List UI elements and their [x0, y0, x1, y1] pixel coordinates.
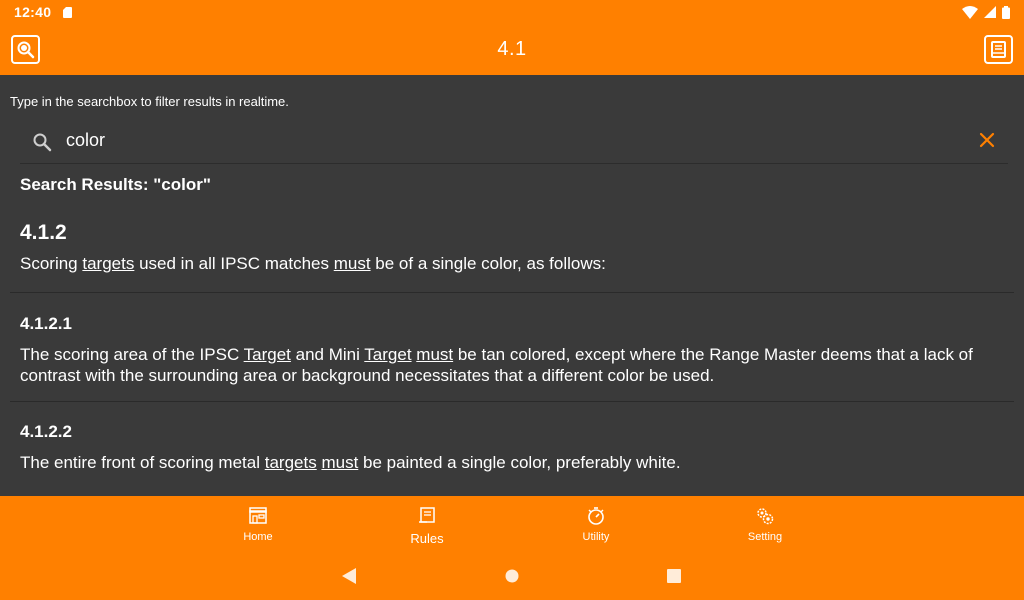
rule-number: 4.1.2.1 — [20, 314, 72, 333]
book-icon — [991, 41, 1006, 58]
nav-home-label: Home — [243, 531, 273, 543]
rule-item[interactable]: 4.1.2 Scoring targets used in all IPSC m… — [10, 221, 1014, 274]
divider — [10, 401, 1014, 402]
nav-rules-label: Rules — [410, 531, 444, 546]
signal-icon — [984, 6, 996, 18]
search-box[interactable]: color — [20, 123, 1008, 164]
rule-item[interactable]: 4.1.2.2 The entire front of scoring meta… — [10, 422, 1014, 473]
system-navigation — [0, 556, 1024, 600]
back-icon[interactable] — [342, 568, 356, 584]
recents-icon[interactable] — [667, 569, 681, 583]
status-bar: 12:40 — [0, 0, 1024, 24]
rule-text: Scoring targets used in all IPSC matches… — [20, 254, 606, 273]
keyword-link[interactable]: Target — [364, 345, 411, 364]
wifi-icon — [962, 5, 978, 19]
keyword-link[interactable]: must — [334, 254, 371, 273]
page-title: 4.1 — [497, 38, 527, 60]
search-results-title: Search Results: "color" — [20, 175, 211, 194]
rule-item[interactable]: 4.1.2.1 The scoring area of the IPSC Tar… — [10, 314, 1014, 386]
app-bar: 4.1 — [0, 24, 1024, 75]
sim-card-icon — [63, 6, 73, 18]
bottom-navigation: Home Rules Utility Setting — [0, 496, 1024, 556]
rule-text: The scoring area of the IPSC Target and … — [20, 345, 973, 385]
status-time: 12:40 — [14, 4, 52, 20]
book-button[interactable] — [984, 35, 1013, 64]
nav-home[interactable]: Home — [198, 506, 318, 543]
settings-icon — [757, 508, 774, 525]
nav-setting[interactable]: Setting — [705, 506, 825, 543]
keyword-link[interactable]: must — [321, 453, 358, 472]
stopwatch-icon — [588, 507, 604, 525]
nav-utility[interactable]: Utility — [536, 506, 656, 543]
search-content: Type in the searchbox to filter results … — [0, 75, 1024, 496]
rule-number: 4.1.2.2 — [20, 422, 72, 441]
clear-search-icon[interactable] — [978, 131, 996, 149]
rule-number: 4.1.2 — [20, 221, 67, 244]
rule-text: The entire front of scoring metal target… — [20, 453, 681, 472]
home-icon — [249, 507, 267, 524]
keyword-link[interactable]: targets — [265, 453, 317, 472]
search-hint: Type in the searchbox to filter results … — [10, 94, 289, 109]
rules-icon — [419, 507, 435, 523]
keyword-link[interactable]: targets — [82, 254, 134, 273]
nav-setting-label: Setting — [747, 531, 783, 543]
status-icons — [962, 5, 1010, 19]
search-input[interactable]: color — [66, 130, 105, 151]
search-icon — [33, 133, 52, 152]
divider — [10, 292, 1014, 293]
keyword-link[interactable]: must — [416, 345, 453, 364]
home-circle-icon[interactable] — [505, 569, 519, 583]
keyword-link[interactable]: Target — [244, 345, 291, 364]
battery-icon — [1002, 5, 1010, 19]
nav-rules[interactable]: Rules — [367, 506, 487, 546]
nav-utility-label: Utility — [582, 531, 610, 543]
